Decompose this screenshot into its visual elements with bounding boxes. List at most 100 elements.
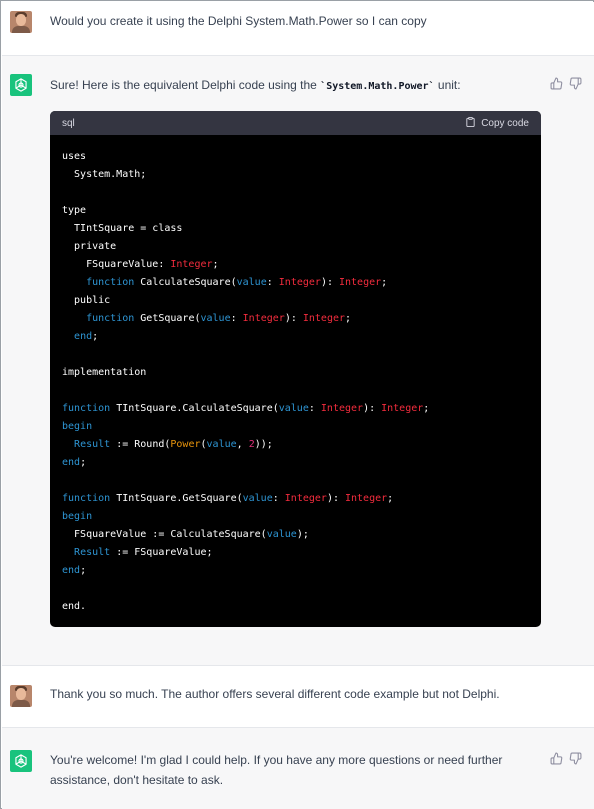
inline-code: `System.Math.Power` <box>320 81 435 92</box>
code-token: Integer <box>278 277 321 288</box>
user-message: Would you create it using the Delphi Sys… <box>2 2 594 56</box>
code-token: end <box>74 331 93 342</box>
code-token: value <box>278 403 309 414</box>
code-token: Integer <box>242 313 285 324</box>
code-token: ; <box>212 259 219 270</box>
code-token: CalculateSquare( <box>134 277 237 288</box>
code-token: Integer <box>381 403 424 414</box>
code-line: implementation <box>62 367 146 378</box>
code-line: function TIntSquare.GetSquare(value: Int… <box>62 493 393 504</box>
code-token: type <box>62 205 87 216</box>
assistant-message: Sure! Here is the equivalent Delphi code… <box>2 56 594 666</box>
code-token: Integer <box>345 493 388 504</box>
user-message-text: Would you create it using the Delphi Sys… <box>50 14 427 28</box>
code-line: private <box>62 241 116 252</box>
code-token: ); <box>296 529 309 540</box>
code-token: , <box>236 439 249 450</box>
thumbs-up-icon[interactable] <box>550 752 563 765</box>
code-token: ; <box>345 313 352 324</box>
code-token: Integer <box>284 493 327 504</box>
clipboard-icon <box>465 116 476 131</box>
code-token: function <box>62 493 111 504</box>
code-token: System.Math; <box>62 169 147 180</box>
thumbs-down-icon[interactable] <box>569 77 582 90</box>
code-token: Integer <box>339 277 382 288</box>
code-token: Result <box>74 439 111 450</box>
code-token: ; <box>387 493 394 504</box>
openai-logo-icon <box>10 750 32 772</box>
code-token: ; <box>423 403 430 414</box>
code-line: public <box>62 295 110 306</box>
code-token: private <box>62 241 117 252</box>
feedback-actions <box>550 752 582 765</box>
code-line: FSquareValue := CalculateSquare(value); <box>62 529 309 540</box>
code-line: function GetSquare(value: Integer): Inte… <box>62 313 351 324</box>
copy-code-label: Copy code <box>481 117 529 129</box>
code-token: ; <box>80 457 87 468</box>
assistant-message-text: You're welcome! I'm glad I could help. I… <box>50 753 503 787</box>
code-token: begin <box>62 421 93 432</box>
code-token: ): <box>363 403 382 414</box>
code-line: Result := FSquareValue; <box>62 547 212 558</box>
code-token: value <box>200 313 231 324</box>
code-line: begin <box>62 421 92 432</box>
code-line: uses <box>62 151 86 162</box>
code-token: value <box>242 493 273 504</box>
code-token: ; <box>381 277 388 288</box>
intro-text-after: unit: <box>434 78 461 92</box>
code-token: ; <box>92 331 99 342</box>
user-message: Thank you so much. The author offers sev… <box>2 666 594 728</box>
code-token: Power <box>170 439 201 450</box>
code-token: Integer <box>320 403 364 414</box>
feedback-actions <box>550 77 582 90</box>
code-token: GetSquare( <box>134 313 201 324</box>
user-avatar <box>10 685 32 707</box>
code-token: end <box>62 565 81 576</box>
code-token: value <box>206 439 237 450</box>
code-token: FSquareValue: <box>62 259 171 270</box>
code-token: TIntSquare.CalculateSquare( <box>110 403 279 414</box>
code-line: function CalculateSquare(value: Integer)… <box>62 277 387 288</box>
chat-window: Would you create it using the Delphi Sys… <box>0 0 594 809</box>
code-token: : <box>272 493 285 504</box>
thumbs-up-icon[interactable] <box>550 77 563 90</box>
code-token: ): <box>284 313 303 324</box>
code-line: System.Math; <box>62 169 146 180</box>
assistant-message: You're welcome! I'm glad I could help. I… <box>2 728 594 809</box>
code-line: begin <box>62 511 92 522</box>
code-token: : <box>308 403 321 414</box>
code-line: end; <box>62 565 86 576</box>
thumbs-down-icon[interactable] <box>569 752 582 765</box>
code-token: FSquareValue := CalculateSquare( <box>62 529 267 540</box>
code-token: ): <box>320 277 339 288</box>
code-line: FSquareValue: Integer; <box>62 259 219 270</box>
code-token: ; <box>80 565 87 576</box>
code-token: TIntSquare.GetSquare( <box>110 493 243 504</box>
code-line: TIntSquare = class <box>62 223 182 234</box>
code-line: end. <box>62 601 86 612</box>
code-token: value <box>266 529 297 540</box>
code-line: end; <box>62 331 98 342</box>
code-line: Result := Round(Power(value, 2)); <box>62 439 273 450</box>
intro-text-before: Sure! Here is the equivalent Delphi code… <box>50 78 321 92</box>
code-token: Integer <box>302 313 346 324</box>
code-line: end; <box>62 457 86 468</box>
code-token: function <box>86 277 135 288</box>
code-line: type <box>62 205 86 216</box>
copy-code-button[interactable]: Copy code <box>465 116 529 131</box>
code-token: begin <box>62 511 93 522</box>
code-token: value <box>236 277 267 288</box>
code-token: := Round( <box>110 439 171 450</box>
user-message-text: Thank you so much. The author offers sev… <box>50 687 500 701</box>
code-token: uses <box>62 151 87 162</box>
assistant-intro-text: Sure! Here is the equivalent Delphi code… <box>50 75 520 97</box>
code-token: Result <box>74 547 111 558</box>
code-token: ): <box>326 493 345 504</box>
code-content: uses System.Math; type TIntSquare = clas… <box>50 135 541 616</box>
code-token: implementation <box>62 367 147 378</box>
